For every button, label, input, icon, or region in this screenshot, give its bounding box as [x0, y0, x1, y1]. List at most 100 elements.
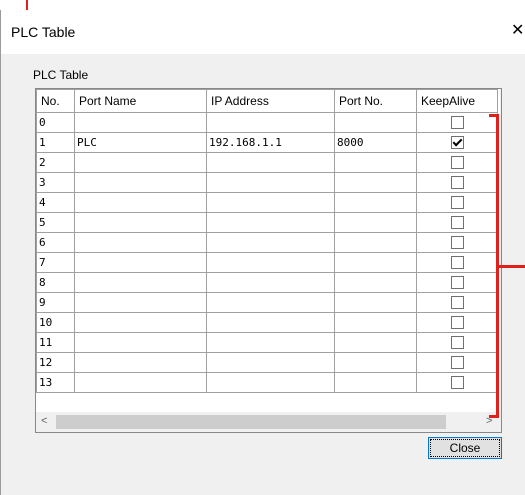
ip-address-cell[interactable] [206, 332, 335, 353]
keepalive-cell [416, 112, 498, 133]
keepalive-checkbox[interactable] [450, 316, 464, 330]
table-row[interactable]: 1 PLC 192.168.1.1 8000 [36, 132, 498, 153]
table-row[interactable]: 3 [36, 172, 498, 193]
ip-address-cell[interactable] [206, 212, 335, 233]
port-no-cell[interactable] [334, 312, 417, 333]
port-name-cell[interactable] [74, 212, 207, 233]
row-no-cell[interactable]: 12 [36, 352, 75, 373]
chevron-left-icon[interactable]: < [41, 415, 47, 427]
port-no-cell[interactable] [334, 272, 417, 293]
row-no-cell[interactable]: 1 [36, 132, 75, 153]
port-no-cell[interactable] [334, 332, 417, 353]
close-button[interactable]: Close [428, 437, 502, 459]
row-no-cell[interactable]: 0 [36, 112, 75, 133]
table-row[interactable]: 8 [36, 272, 498, 293]
keepalive-checkbox[interactable] [450, 156, 464, 170]
keepalive-checkbox[interactable] [450, 336, 464, 350]
keepalive-checkbox[interactable] [450, 376, 464, 390]
row-no-cell[interactable]: 7 [36, 252, 75, 273]
port-name-cell[interactable]: PLC [74, 132, 207, 153]
port-no-cell[interactable] [334, 212, 417, 233]
port-no-cell[interactable] [334, 232, 417, 253]
table-row[interactable]: 2 [36, 152, 498, 173]
horizontal-scrollbar[interactable]: < > [36, 412, 501, 432]
table-row[interactable]: 10 [36, 312, 498, 333]
port-no-cell[interactable] [334, 152, 417, 173]
port-no-cell[interactable] [334, 112, 417, 133]
port-no-cell[interactable] [334, 372, 417, 393]
table-row[interactable]: 0 [36, 112, 498, 133]
row-no-cell[interactable]: 13 [36, 372, 75, 393]
port-no-cell[interactable] [334, 352, 417, 373]
ip-address-cell[interactable] [206, 232, 335, 253]
ip-address-cell[interactable] [206, 252, 335, 273]
keepalive-checkbox[interactable] [450, 136, 464, 150]
keepalive-checkbox[interactable] [450, 236, 464, 250]
port-name-cell[interactable] [74, 112, 207, 133]
horizontal-scroll-thumb[interactable] [56, 415, 446, 429]
keepalive-checkbox[interactable] [450, 196, 464, 210]
port-no-cell[interactable] [334, 172, 417, 193]
keepalive-checkbox[interactable] [450, 176, 464, 190]
column-header-no[interactable]: No. [36, 89, 75, 113]
table-row[interactable]: 11 [36, 332, 498, 353]
keepalive-checkbox[interactable] [450, 216, 464, 230]
port-no-cell[interactable] [334, 192, 417, 213]
port-name-cell[interactable] [74, 332, 207, 353]
row-no-cell[interactable]: 8 [36, 272, 75, 293]
ip-address-cell[interactable] [206, 152, 335, 173]
row-no-cell[interactable]: 3 [36, 172, 75, 193]
keepalive-checkbox[interactable] [450, 296, 464, 310]
row-no-cell[interactable]: 4 [36, 192, 75, 213]
keepalive-checkbox[interactable] [450, 116, 464, 130]
table-row[interactable]: 12 [36, 352, 498, 373]
table-row[interactable]: 4 [36, 192, 498, 213]
keepalive-checkbox[interactable] [450, 356, 464, 370]
ip-address-cell[interactable] [206, 172, 335, 193]
ip-address-cell[interactable] [206, 292, 335, 313]
column-header-keepalive[interactable]: KeepAlive [416, 89, 498, 113]
column-header-port-no[interactable]: Port No. [334, 89, 417, 113]
port-name-cell[interactable] [74, 172, 207, 193]
keepalive-cell [416, 132, 498, 153]
ip-address-cell[interactable] [206, 312, 335, 333]
row-no-cell[interactable]: 2 [36, 152, 75, 173]
row-no-cell[interactable]: 5 [36, 212, 75, 233]
vertical-scrollbar[interactable]: ︿ ﹀ [500, 89, 501, 412]
keepalive-checkbox[interactable] [450, 276, 464, 290]
port-name-cell[interactable] [74, 192, 207, 213]
row-no-cell[interactable]: 9 [36, 292, 75, 313]
port-no-cell[interactable]: 8000 [334, 132, 417, 153]
port-no-cell[interactable] [334, 252, 417, 273]
ip-address-cell[interactable] [206, 352, 335, 373]
port-name-cell[interactable] [74, 292, 207, 313]
table-row[interactable]: 5 [36, 212, 498, 233]
table-row[interactable]: 6 [36, 232, 498, 253]
port-name-cell[interactable] [74, 232, 207, 253]
column-header-ip-address[interactable]: IP Address [206, 89, 335, 113]
port-name-cell[interactable] [74, 252, 207, 273]
port-name-cell[interactable] [74, 152, 207, 173]
row-no-cell[interactable]: 10 [36, 312, 75, 333]
port-name-cell[interactable] [74, 372, 207, 393]
row-no-cell[interactable]: 6 [36, 232, 75, 253]
table-row[interactable]: 13 [36, 372, 498, 393]
keepalive-cell [416, 212, 498, 233]
ip-address-cell[interactable] [206, 272, 335, 293]
close-icon[interactable]: ✕ [511, 20, 524, 40]
group-label: PLC Table [33, 68, 89, 82]
port-no-cell[interactable] [334, 292, 417, 313]
row-no-cell[interactable]: 11 [36, 332, 75, 353]
port-name-cell[interactable] [74, 272, 207, 293]
ip-address-cell[interactable] [206, 112, 335, 133]
ip-address-cell[interactable] [206, 192, 335, 213]
keepalive-checkbox[interactable] [450, 256, 464, 270]
plc-table-grid[interactable]: No. Port Name IP Address Port No. KeepAl… [35, 88, 502, 433]
table-row[interactable]: 7 [36, 252, 498, 273]
ip-address-cell[interactable] [206, 372, 335, 393]
port-name-cell[interactable] [74, 352, 207, 373]
table-row[interactable]: 9 [36, 292, 498, 313]
column-header-port-name[interactable]: Port Name [74, 89, 207, 113]
port-name-cell[interactable] [74, 312, 207, 333]
ip-address-cell[interactable]: 192.168.1.1 [206, 132, 335, 153]
